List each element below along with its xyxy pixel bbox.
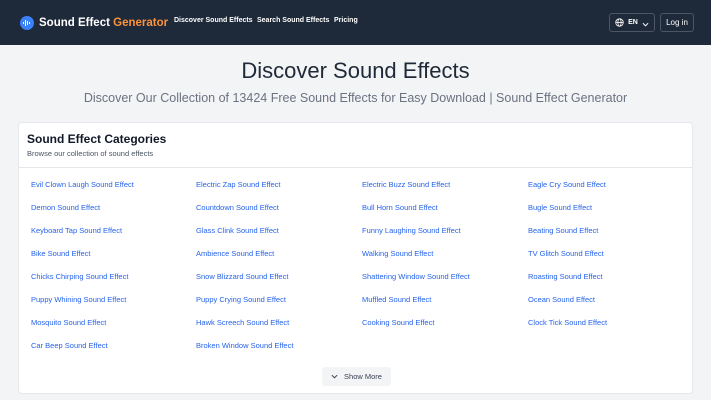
- effect-link[interactable]: Bike Sound Effect: [31, 249, 90, 258]
- language-label: EN: [628, 19, 638, 26]
- chevron-down-icon: [642, 14, 649, 32]
- effect-link[interactable]: Roasting Sound Effect: [528, 272, 603, 281]
- effect-link[interactable]: Demon Sound Effect: [31, 203, 100, 212]
- effect-link[interactable]: Muffled Sound Effect: [362, 295, 431, 304]
- categories-title: Sound Effect Categories: [27, 132, 167, 146]
- effect-link[interactable]: Funny Laughing Sound Effect: [362, 226, 461, 235]
- effect-link[interactable]: Bugle Sound Effect: [528, 203, 592, 212]
- top-navigation-bar: Sound Effect Generator Discover Sound Ef…: [0, 0, 711, 45]
- show-more-label: Show More: [344, 372, 382, 381]
- nav-discover-sound-effects[interactable]: Discover Sound Effects: [174, 17, 253, 24]
- effect-link[interactable]: Countdown Sound Effect: [196, 203, 279, 212]
- effect-link[interactable]: Electric Zap Sound Effect: [196, 180, 281, 189]
- sound-wave-icon: [20, 15, 34, 30]
- effect-link[interactable]: Car Beep Sound Effect: [31, 341, 108, 350]
- effect-link[interactable]: Mosquito Sound Effect: [31, 318, 106, 327]
- categories-description: Browse our collection of sound effects: [27, 149, 154, 158]
- logo-text-main: Sound Effect: [39, 16, 110, 29]
- effect-link[interactable]: Ocean Sound Effect: [528, 295, 595, 304]
- effect-link[interactable]: Snow Blizzard Sound Effect: [196, 272, 288, 281]
- effect-link[interactable]: Ambience Sound Effect: [196, 249, 274, 258]
- nav-pricing[interactable]: Pricing: [334, 17, 358, 24]
- effect-link[interactable]: Beating Sound Effect: [528, 226, 598, 235]
- effect-link[interactable]: Cooking Sound Effect: [362, 318, 434, 327]
- logo-text-accent: Generator: [113, 16, 169, 29]
- effect-link[interactable]: Broken Window Sound Effect: [196, 341, 293, 350]
- effect-link[interactable]: Puppy Whining Sound Effect: [31, 295, 126, 304]
- show-more-button[interactable]: Show More: [322, 367, 391, 386]
- effect-link[interactable]: Puppy Crying Sound Effect: [196, 295, 286, 304]
- effect-link[interactable]: TV Glitch Sound Effect: [528, 249, 604, 258]
- effect-link[interactable]: Electric Buzz Sound Effect: [362, 180, 450, 189]
- nav-search-sound-effects[interactable]: Search Sound Effects: [257, 17, 329, 24]
- login-button[interactable]: Log in: [660, 13, 694, 32]
- effect-link[interactable]: Chicks Chirping Sound Effect: [31, 272, 128, 281]
- logo-text: Sound Effect Generator: [39, 17, 168, 29]
- site-logo[interactable]: Sound Effect Generator: [20, 15, 168, 30]
- effect-link[interactable]: Glass Clink Sound Effect: [196, 226, 279, 235]
- page-subtitle: Discover Our Collection of 13424 Free So…: [83, 91, 628, 105]
- language-selector[interactable]: EN: [609, 13, 655, 32]
- effect-link[interactable]: Eagle Cry Sound Effect: [528, 180, 606, 189]
- effect-link[interactable]: Keyboard Tap Sound Effect: [31, 226, 122, 235]
- globe-icon: [615, 14, 624, 32]
- effect-link[interactable]: Shattering Window Sound Effect: [362, 272, 470, 281]
- categories-card: Sound Effect Categories Browse our colle…: [18, 122, 693, 394]
- effect-link[interactable]: Walking Sound Effect: [362, 249, 433, 258]
- card-divider: [19, 167, 692, 168]
- effect-link[interactable]: Bull Horn Sound Effect: [362, 203, 438, 212]
- effect-link[interactable]: Clock Tick Sound Effect: [528, 318, 607, 327]
- page-title: Discover Sound Effects: [241, 58, 470, 83]
- effect-link[interactable]: Hawk Screech Sound Effect: [196, 318, 289, 327]
- chevron-down-icon: [331, 372, 338, 381]
- effect-link[interactable]: Evil Clown Laugh Sound Effect: [31, 180, 134, 189]
